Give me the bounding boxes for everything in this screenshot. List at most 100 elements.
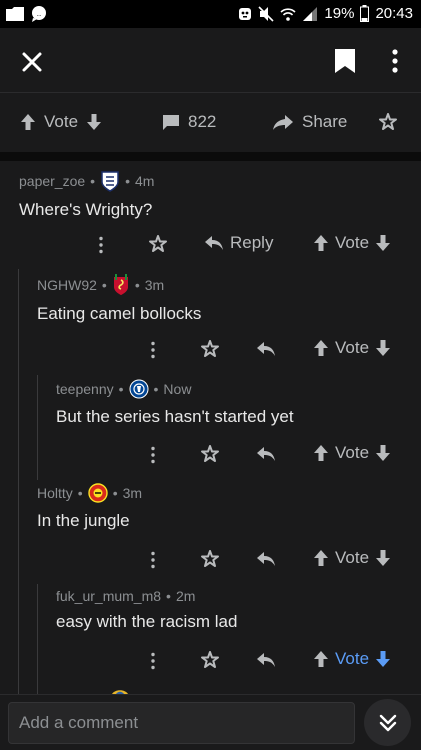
battery-percent: 19% [324, 5, 355, 22]
comment-age: Now [163, 381, 192, 397]
comment-thread[interactable]: paper_zoe • • 4m Where's Wrighty? Reply … [0, 161, 421, 694]
comment-body: In the jungle [37, 511, 130, 530]
svg-text:..: .. [37, 9, 41, 18]
more-options-icon[interactable] [384, 46, 406, 76]
post-vote-control: Vote [20, 112, 102, 132]
comment-bubble-icon [163, 114, 179, 130]
signal-icon [303, 6, 318, 21]
collapse-comments-button[interactable] [364, 699, 411, 746]
more-options-icon[interactable] [150, 551, 156, 569]
alarm-icon [239, 7, 252, 20]
comment-author[interactable]: paper_zoe [19, 173, 85, 189]
award-icon[interactable] [200, 339, 220, 359]
downvote-icon[interactable] [375, 234, 391, 252]
clock-time: 20:43 [375, 5, 413, 22]
comment-body: But the series hasn't started yet [56, 407, 294, 426]
upvote-icon[interactable] [313, 339, 329, 357]
comment-item[interactable]: teepenny • • Now But the series hasn't s… [56, 379, 294, 427]
reply-button[interactable]: Reply [204, 233, 273, 253]
comment-item[interactable]: NGHW92 • • 3m Eating camel bollocks [37, 274, 201, 324]
comment-actions: Vote [0, 440, 421, 468]
comment-count: 822 [188, 112, 217, 131]
man-utd-badge-icon [88, 483, 108, 503]
vote-control: Vote [313, 338, 391, 358]
award-icon[interactable] [200, 650, 220, 670]
england-badge-icon [101, 171, 119, 192]
vote-label: Vote [335, 338, 370, 357]
downvote-icon[interactable] [375, 339, 391, 357]
vote-control: Vote [313, 548, 391, 568]
comment-body: Eating camel bollocks [37, 304, 202, 323]
reply-icon[interactable] [256, 551, 276, 567]
gallery-notification-icon [6, 7, 24, 21]
upvote-icon[interactable] [313, 650, 329, 668]
post-vote-label: Vote [44, 112, 79, 131]
comment-actions: Vote [0, 646, 421, 674]
more-options-icon[interactable] [150, 652, 156, 670]
comment-body: Where's Wrighty? [19, 200, 153, 219]
comment-age: 4m [134, 173, 155, 189]
battery-icon [360, 5, 370, 22]
post-comments-button[interactable]: 822 [162, 112, 216, 132]
more-options-icon[interactable] [150, 446, 156, 464]
downvote-icon[interactable] [375, 549, 391, 567]
comment-author[interactable]: fuk_ur_mum_m8 [56, 588, 161, 604]
upvote-icon[interactable] [313, 444, 329, 462]
vote-control: Vote [313, 649, 391, 669]
vote-label: Vote [335, 443, 370, 462]
comment-author[interactable]: Holtty [37, 485, 73, 501]
upvote-icon[interactable] [313, 234, 329, 252]
comment-item[interactable]: paper_zoe • • 4m Where's Wrighty? [19, 170, 154, 220]
comment-age: 3m [144, 277, 165, 293]
vote-control: Vote [313, 443, 391, 463]
comment-age: 2m [175, 588, 196, 604]
comment-author[interactable]: teepenny [56, 381, 114, 397]
bookmark-icon[interactable] [334, 48, 356, 74]
more-options-icon[interactable] [150, 341, 156, 359]
comment-actions: Vote [0, 335, 421, 363]
thread-line[interactable] [18, 269, 19, 694]
vote-label: Vote [335, 233, 370, 252]
liverpool-badge-icon [113, 274, 128, 295]
comment-age: 3m [122, 485, 143, 501]
top-app-bar [0, 28, 421, 93]
vote-label: Vote [335, 548, 370, 567]
comment-body: easy with the racism lad [56, 612, 238, 631]
award-icon[interactable] [148, 234, 168, 254]
comment-item[interactable]: Holtty • • 3m In the jungle [37, 483, 142, 531]
section-divider [0, 152, 421, 161]
comment-actions: Vote [0, 545, 421, 573]
share-label: Share [302, 112, 348, 131]
upvote-icon[interactable] [20, 113, 36, 131]
upvote-icon[interactable] [313, 549, 329, 567]
comment-composer-bar [0, 694, 421, 750]
share-icon [273, 114, 293, 130]
reply-icon [205, 236, 223, 250]
award-icon[interactable] [200, 444, 220, 464]
comment-item[interactable]: fuk_ur_mum_m8 • 2m easy with the racism … [56, 588, 237, 632]
vote-control: Vote [313, 233, 391, 253]
close-icon[interactable] [18, 48, 46, 76]
downvote-icon[interactable] [86, 113, 102, 131]
award-icon[interactable] [200, 549, 220, 569]
vote-label: Vote [335, 649, 370, 668]
add-comment-input[interactable] [8, 702, 355, 744]
downvote-icon[interactable] [375, 650, 391, 668]
chelsea-badge-icon [129, 379, 149, 399]
status-bar: .. 19% 20:43 [0, 0, 421, 28]
post-share-button[interactable]: Share [272, 112, 347, 132]
double-chevron-down-icon [379, 714, 396, 731]
comment-actions: Reply Vote [0, 230, 421, 258]
downvote-icon[interactable] [375, 444, 391, 462]
reply-icon[interactable] [256, 446, 276, 462]
award-icon[interactable] [378, 112, 398, 132]
message-notification-icon: .. [32, 6, 46, 22]
more-options-icon[interactable] [98, 236, 104, 254]
reply-icon[interactable] [256, 341, 276, 357]
reply-label: Reply [230, 233, 274, 252]
mute-icon [258, 5, 274, 22]
reply-icon[interactable] [256, 652, 276, 668]
thread-line[interactable] [37, 584, 38, 694]
wifi-icon [280, 7, 296, 21]
comment-author[interactable]: NGHW92 [37, 277, 97, 293]
